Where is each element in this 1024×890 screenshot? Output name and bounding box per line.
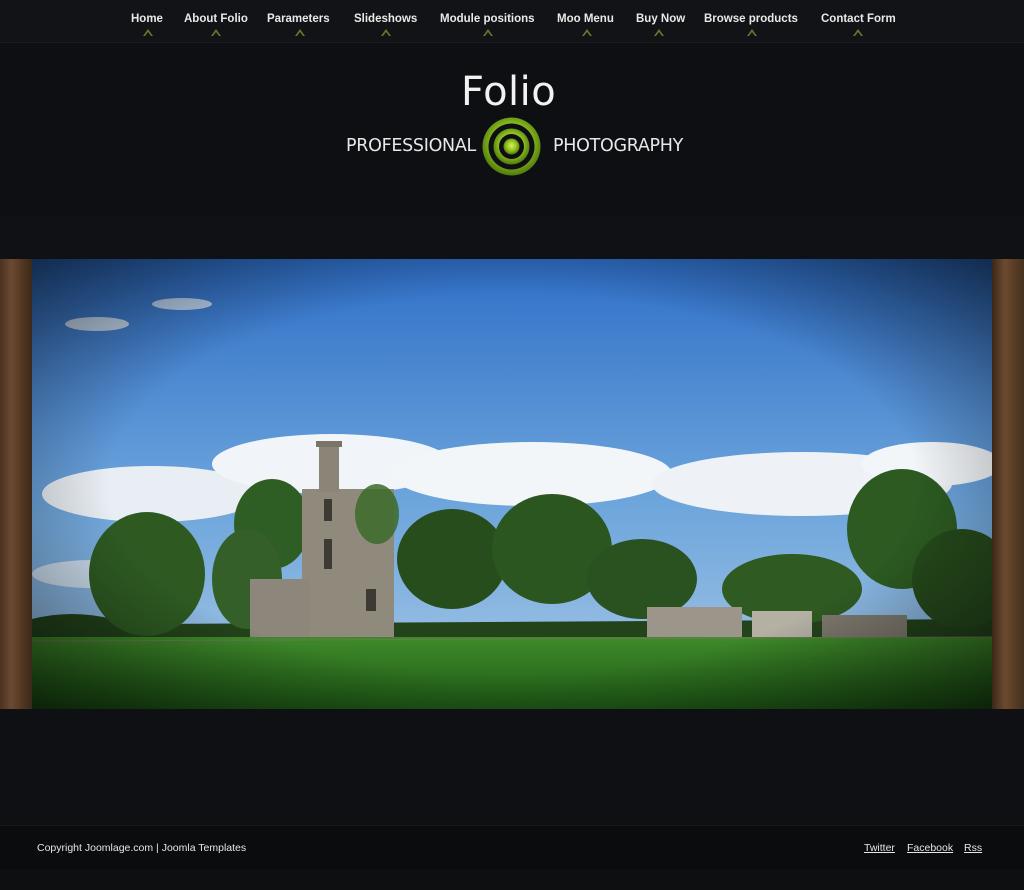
slideshow[interactable]	[0, 259, 1024, 709]
logo-title[interactable]: Folio	[461, 69, 556, 115]
nav-item-about-folio[interactable]: About Folio	[184, 13, 248, 25]
nav-item-browse-products[interactable]: Browse products	[704, 13, 798, 25]
rss-link[interactable]: Rss	[964, 842, 982, 854]
page-bottom	[0, 869, 1024, 890]
content-area	[0, 709, 1024, 825]
nav-item-parameters[interactable]: Parameters	[267, 13, 330, 25]
nav-item-moo-menu[interactable]: Moo Menu	[557, 13, 614, 25]
nav-item-home[interactable]: Home	[131, 13, 163, 25]
site-footer: Copyright Joomlage.com | Joomla Template…	[0, 825, 1024, 870]
wood-frame-right	[992, 259, 1024, 709]
site-header: Folio PROFESSIONAL PHOTOGRAPHY	[0, 43, 1024, 216]
nav-item-buy-now[interactable]: Buy Now	[636, 13, 685, 25]
target-logo-icon	[482, 117, 541, 176]
twitter-link[interactable]: Twitter	[864, 842, 895, 854]
slideshow-image	[32, 259, 992, 709]
facebook-link[interactable]: Facebook	[907, 842, 953, 854]
spacer-band	[0, 216, 1024, 259]
logo-tagline-left: PROFESSIONAL	[346, 136, 476, 156]
nav-item-module-positions[interactable]: Module positions	[440, 13, 535, 25]
top-navigation: Home About Folio Parameters Slideshows M…	[0, 0, 1024, 43]
nav-item-contact-form[interactable]: Contact Form	[821, 13, 896, 25]
copyright-text: Copyright Joomlage.com | Joomla Template…	[37, 842, 247, 854]
wood-frame-left	[0, 259, 32, 709]
nav-item-slideshows[interactable]: Slideshows	[354, 13, 417, 25]
logo-tagline-right: PHOTOGRAPHY	[553, 136, 684, 156]
